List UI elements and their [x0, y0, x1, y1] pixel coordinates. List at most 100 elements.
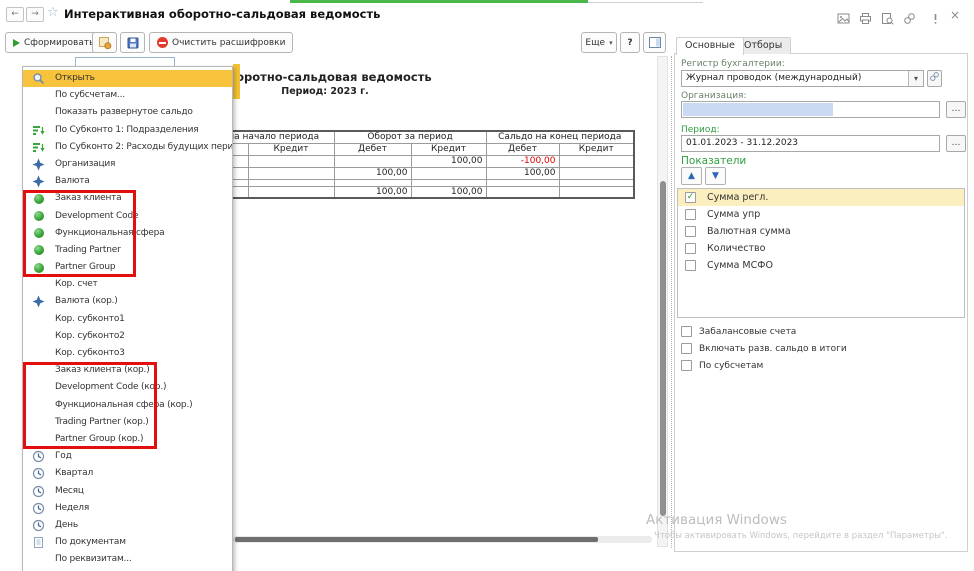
menu-item-week[interactable]: Неделя — [23, 500, 232, 517]
menu-item-by-attributes[interactable]: По реквизитам... — [23, 551, 232, 568]
save-variant-button[interactable] — [120, 32, 145, 53]
value-cell[interactable] — [559, 167, 634, 179]
print-icon[interactable] — [858, 10, 872, 24]
value-cell-negative[interactable]: -100,00 — [486, 155, 559, 167]
group-end-balance: Сальдо на конец периода — [486, 131, 634, 143]
help-button[interactable]: ? — [620, 32, 640, 53]
link-icon[interactable] — [902, 10, 916, 24]
save-variant-icon — [126, 36, 140, 50]
more-button[interactable]: Еще ▾ — [581, 32, 617, 53]
checkbox-unchecked[interactable] — [685, 209, 696, 220]
total-cell[interactable] — [248, 186, 334, 198]
info-icon[interactable] — [928, 10, 942, 24]
move-up-button[interactable]: ▲ — [681, 167, 702, 185]
generate-button[interactable]: Сформировать — [5, 32, 102, 53]
menu-item-by-subconto-1[interactable]: По Субконто 1: Подразделения — [23, 122, 232, 139]
move-down-button[interactable]: ▼ — [705, 167, 726, 185]
menu-item-day[interactable]: День — [23, 517, 232, 534]
blue-diamond-icon — [32, 175, 45, 188]
menu-item-show-expanded-balance[interactable]: Показать развернутое сальдо — [23, 104, 232, 121]
list-item-sum-ifrs[interactable]: Сумма МСФО — [678, 257, 964, 274]
checkbox-unchecked[interactable] — [685, 226, 696, 237]
period-input[interactable]: 01.01.2023 - 31.12.2023 — [681, 135, 940, 152]
value-cell[interactable] — [334, 155, 411, 167]
menu-item-corr-subconto3[interactable]: Кор. субконто3 — [23, 345, 232, 362]
expanded-balance-checkbox[interactable] — [681, 343, 692, 354]
register-open-button[interactable] — [927, 70, 942, 87]
by-subaccounts-checkbox[interactable] — [681, 360, 692, 371]
vertical-scrollbar[interactable] — [657, 56, 668, 547]
menu-item-corr-subconto1[interactable]: Кор. субконто1 — [23, 311, 232, 328]
menu-item-organization[interactable]: Организация — [23, 156, 232, 173]
value-cell[interactable] — [411, 167, 486, 179]
value-cell[interactable]: 100,00 — [486, 167, 559, 179]
menu-item-currency[interactable]: Валюта — [23, 173, 232, 190]
list-item-label: Валютная сумма — [707, 223, 791, 240]
horizontal-scrollbar-thumb[interactable] — [235, 537, 598, 542]
menu-item-label: По документам — [55, 537, 126, 547]
clear-decryption-button[interactable]: Очистить расшифровки — [149, 32, 293, 53]
chevron-down-icon[interactable]: ▾ — [908, 71, 923, 86]
menu-item-currency-corr[interactable]: Валюта (кор.) — [23, 293, 232, 310]
report-variant-icon — [98, 36, 112, 50]
off-balance-checkbox[interactable] — [681, 326, 692, 337]
checkbox-unchecked[interactable] — [685, 243, 696, 254]
organization-input[interactable] — [681, 101, 940, 118]
context-menu: Открыть По субсчетам... Показать разверн… — [22, 66, 233, 571]
list-item-currency-sum[interactable]: Валютная сумма — [678, 223, 964, 240]
menu-item-corr-subconto2[interactable]: Кор. субконто2 — [23, 328, 232, 345]
menu-item-quarter[interactable]: Квартал — [23, 465, 232, 482]
menu-item-corr-account[interactable]: Кор. счет — [23, 276, 232, 293]
organization-label: Организация: — [681, 91, 747, 101]
total-cell[interactable] — [559, 186, 634, 198]
menu-item-by-documents[interactable]: По документам — [23, 534, 232, 551]
register-combobox[interactable]: Журнал проводок (международный) ▾ — [681, 70, 924, 87]
off-balance-label: Забалансовые счета — [699, 327, 796, 337]
menu-item-label: Кор. субконто3 — [55, 348, 125, 358]
value-cell[interactable] — [559, 155, 634, 167]
list-item-sum-regl[interactable]: ✓ Сумма регл. — [678, 189, 964, 206]
organization-selection — [683, 103, 833, 116]
value-cell[interactable]: 100,00 — [411, 155, 486, 167]
image-icon[interactable] — [836, 10, 850, 24]
checkbox-unchecked[interactable] — [685, 260, 696, 271]
organization-choose-button[interactable]: … — [946, 101, 966, 118]
list-item-quantity[interactable]: Количество — [678, 240, 964, 257]
by-subaccounts-label: По субсчетам — [699, 361, 763, 371]
indicators-list: ✓ Сумма регл. Сумма упр Валютная сумма К… — [677, 188, 965, 318]
top-progress-line — [290, 0, 588, 3]
menu-item-open[interactable]: Открыть — [23, 70, 232, 87]
report-variant-button[interactable] — [92, 32, 117, 53]
forward-button[interactable]: → — [26, 7, 44, 22]
menu-item-label: День — [55, 520, 78, 530]
subheader-cell: Кредит — [559, 143, 634, 155]
find-icon[interactable] — [880, 10, 894, 24]
tab-main[interactable]: Основные — [676, 37, 744, 55]
back-button[interactable]: ← — [6, 7, 24, 22]
checkbox-checked[interactable]: ✓ — [685, 192, 696, 203]
menu-item-by-subconto-2[interactable]: По Субконто 2: Расходы будущих периодов — [23, 139, 232, 156]
total-cell[interactable] — [486, 186, 559, 198]
value-cell[interactable] — [248, 167, 334, 179]
close-icon[interactable]: × — [948, 8, 962, 22]
list-item-sum-upr[interactable]: Сумма упр — [678, 206, 964, 223]
menu-item-label: Кор. счет — [55, 279, 98, 289]
value-cell[interactable]: 100,00 — [334, 167, 411, 179]
vertical-scrollbar-thumb[interactable] — [660, 181, 666, 516]
side-panel-toggle-button[interactable] — [643, 32, 666, 53]
total-cell[interactable]: 100,00 — [334, 186, 411, 198]
clock-icon — [32, 467, 45, 480]
subheader-cell: Кредит — [411, 143, 486, 155]
value-cell[interactable] — [248, 155, 334, 167]
clock-icon — [32, 502, 45, 515]
period-choose-button[interactable]: … — [946, 135, 966, 152]
horizontal-scrollbar[interactable] — [233, 536, 652, 543]
menu-item-year[interactable]: Год — [23, 448, 232, 465]
total-cell[interactable]: 100,00 — [411, 186, 486, 198]
menu-item-month[interactable]: Месяц — [23, 483, 232, 500]
generate-label: Сформировать — [24, 38, 94, 48]
favorite-star-icon[interactable]: ☆ — [47, 5, 59, 20]
clock-icon — [32, 519, 45, 532]
panel-splitter[interactable] — [671, 56, 672, 548]
menu-item-by-subaccounts[interactable]: По субсчетам... — [23, 87, 232, 104]
